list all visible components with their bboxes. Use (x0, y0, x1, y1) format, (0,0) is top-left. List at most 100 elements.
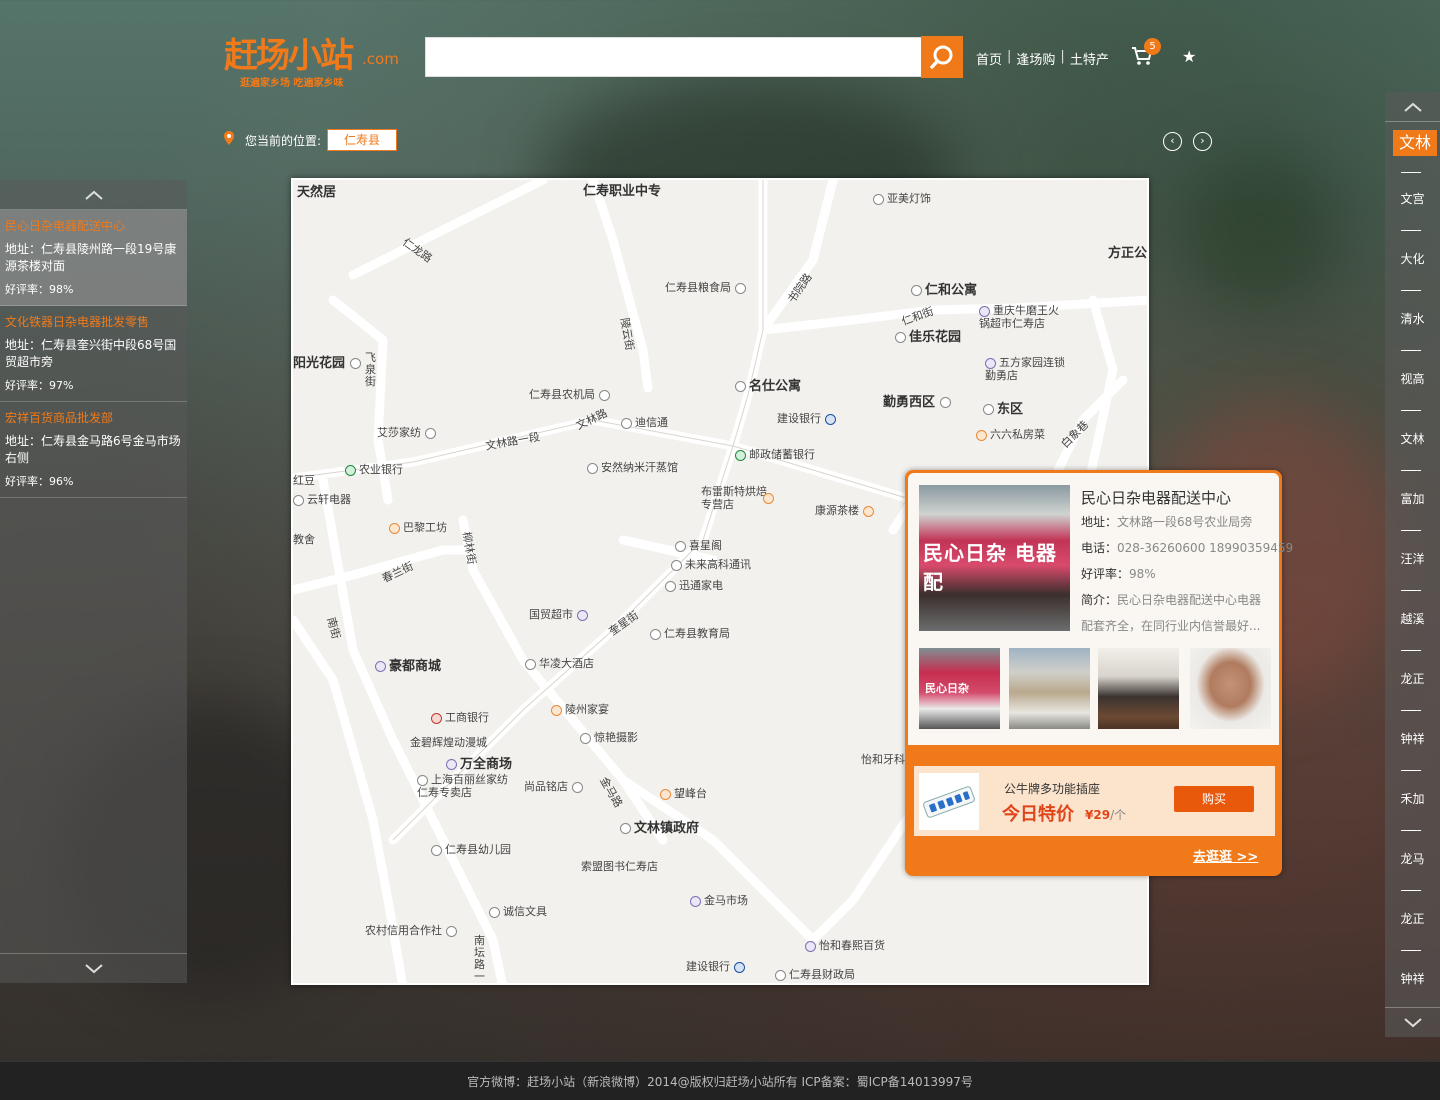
deal-product-image[interactable] (919, 773, 979, 830)
list-item[interactable]: 文化铁器日杂电器批发零售 地址：仁寿县奎兴街中段68号国贸超市旁 好评率：97% (0, 306, 187, 402)
map-label[interactable]: 尚品铭店 (524, 778, 586, 794)
map-label[interactable]: 方正公 (1108, 242, 1147, 261)
town-item[interactable]: 文林 (1393, 130, 1437, 156)
town-item[interactable]: 龙马 (1385, 850, 1440, 867)
thumbnail-4[interactable] (1190, 648, 1271, 729)
town-item[interactable]: 龙正 (1385, 910, 1440, 927)
favorite-star-icon[interactable]: ★ (1182, 47, 1196, 66)
map-label[interactable]: 惊艳摄影 (580, 729, 638, 745)
nav-fengchanggou[interactable]: 逢场购 (1016, 49, 1055, 68)
map-label[interactable]: 建设银行 (686, 958, 748, 974)
town-divider (1401, 470, 1421, 471)
map-label[interactable]: 诚信文具 (489, 903, 547, 919)
town-item[interactable]: 禾加 (1385, 790, 1440, 807)
town-item[interactable]: 钟祥 (1385, 730, 1440, 747)
town-item[interactable]: 钟祥 (1385, 970, 1440, 987)
map-label[interactable]: 建设银行 (777, 410, 839, 426)
map-label[interactable]: 喜星阁 (675, 537, 722, 553)
map-label[interactable]: 天然居 (297, 181, 336, 200)
map-label[interactable]: 六六私房菜 (976, 426, 1045, 442)
map-label[interactable]: 仁寿县农机局 (529, 386, 613, 402)
shop-name[interactable]: 宏祥百货商品批发部 (5, 409, 182, 426)
map-label[interactable]: 未来高科通讯 (671, 556, 751, 572)
popup-title[interactable]: 民心日杂电器配送中心 (1081, 487, 1231, 508)
map-label[interactable]: 万全商场 (446, 753, 512, 772)
map-label[interactable]: 国贸超市 (529, 606, 591, 622)
list-scroll-up[interactable] (0, 180, 187, 210)
map-label[interactable]: 望峰台 (660, 785, 707, 801)
shop-name[interactable]: 民心日杂电器配送中心 (5, 217, 182, 234)
map-label[interactable]: 康源茶楼 (815, 502, 877, 518)
deal-product-name[interactable]: 公牛牌多功能插座 (1004, 780, 1100, 797)
town-item[interactable]: 视高 (1385, 370, 1440, 387)
map-label[interactable]: 索盟图书仁寿店 (581, 858, 658, 874)
nav-home[interactable]: 首页 (976, 49, 1002, 68)
map-label[interactable]: 红豆 (293, 472, 315, 488)
map-label[interactable]: 仁和公寓 (911, 279, 977, 298)
map-label[interactable]: 亚美灯饰 (873, 190, 931, 206)
search-button[interactable] (921, 36, 963, 78)
map-label[interactable]: 仁寿县幼儿园 (431, 841, 511, 857)
map-label[interactable]: 安然纳米汗蒸馆 (587, 459, 678, 475)
next-arrow-icon[interactable]: › (1193, 132, 1212, 151)
location-select[interactable]: 仁寿县 (327, 129, 397, 151)
map-label[interactable]: 五方家园连锁勤勇店 (985, 356, 1065, 382)
map-label[interactable]: 艾莎家纺 (377, 424, 439, 440)
thumbnail-1[interactable]: 民心日杂 (919, 648, 1000, 729)
shop-photo[interactable]: 民心日杂 电器配 (919, 485, 1070, 631)
map-label[interactable]: 云轩电器 (293, 491, 351, 507)
map-label[interactable]: 仁寿县教育局 (650, 625, 730, 641)
map-label[interactable]: 邮政储蓄银行 (735, 446, 815, 462)
town-scroll-up[interactable] (1385, 92, 1440, 122)
map-label[interactable]: 怡和牙科 (861, 751, 905, 767)
town-item[interactable]: 富加 (1385, 490, 1440, 507)
map-label[interactable]: 名仕公寓 (735, 375, 801, 394)
map-label[interactable]: 陵州家宴 (551, 701, 609, 717)
town-item[interactable]: 文宫 (1385, 190, 1440, 207)
town-item[interactable]: 清水 (1385, 310, 1440, 327)
map-label[interactable] (763, 491, 777, 504)
map-label[interactable]: 勤勇西区 (883, 391, 954, 410)
map-label[interactable]: 教舍 (293, 531, 315, 547)
town-item[interactable]: 文林 (1385, 430, 1440, 447)
map-label[interactable]: 文林镇政府 (620, 817, 699, 836)
list-item[interactable]: 宏祥百货商品批发部 地址：仁寿县金马路6号金马市场右侧 好评率：96% (0, 402, 187, 498)
town-divider (1401, 770, 1421, 771)
map-label[interactable]: 东区 (983, 398, 1023, 417)
map-label[interactable]: 迅通家电 (665, 577, 723, 593)
town-scroll-down[interactable] (1385, 1007, 1440, 1037)
town-item[interactable]: 汪洋 (1385, 550, 1440, 567)
town-item[interactable]: 大化 (1385, 250, 1440, 267)
town-divider (1401, 350, 1421, 351)
list-scroll-down[interactable] (0, 953, 187, 983)
map-label[interactable]: 重庆牛磨王火锅超市仁寿店 (979, 304, 1069, 330)
map-label[interactable]: 迪信通 (621, 414, 668, 430)
map-label[interactable]: 工商银行 (431, 709, 489, 725)
town-item[interactable]: 龙正 (1385, 670, 1440, 687)
map-label[interactable]: 怡和春熙百货 (805, 937, 885, 953)
map-label[interactable]: 农村信用合作社 (365, 922, 460, 938)
shop-name[interactable]: 文化铁器日杂电器批发零售 (5, 313, 182, 330)
list-item[interactable]: 民心日杂电器配送中心 地址：仁寿县陵州路一段19号康源茶楼对面 好评率：98% (0, 210, 187, 306)
buy-button[interactable]: 购买 (1174, 786, 1254, 812)
map-label[interactable]: 金马市场 (690, 892, 748, 908)
map-label[interactable]: 仁寿县粮食局 (665, 279, 749, 295)
map-label[interactable]: 豪都商城 (375, 655, 441, 674)
map-label[interactable]: 华凌大酒店 (525, 655, 594, 671)
site-logo[interactable]: 赶场小站 .com 逛遍家乡场 吃遍家乡味 (224, 28, 409, 90)
map-label[interactable]: 金碧辉煌动漫城 (410, 734, 487, 750)
town-item[interactable]: 越溪 (1385, 610, 1440, 627)
map-label[interactable]: 仁寿县财政局 (775, 966, 855, 982)
prev-arrow-icon[interactable]: ‹ (1163, 132, 1182, 151)
map-label[interactable]: 巴黎工坊 (389, 519, 447, 535)
map-label[interactable]: 仁寿职业中专 (583, 180, 661, 199)
map-label[interactable]: 佳乐花园 (895, 326, 961, 345)
nav-tutechan[interactable]: 土特产 (1070, 49, 1109, 68)
map-label[interactable]: 农业银行 (345, 461, 403, 477)
thumbnail-3[interactable] (1098, 648, 1179, 729)
search-input[interactable] (425, 37, 922, 77)
go-shop-link[interactable]: 去逛逛 >> (1193, 846, 1258, 865)
map-label[interactable]: 上海百丽丝家纺仁寿专卖店 (417, 773, 517, 799)
thumbnail-2[interactable] (1009, 648, 1090, 729)
map-label[interactable]: 阳光花园 (293, 352, 364, 371)
